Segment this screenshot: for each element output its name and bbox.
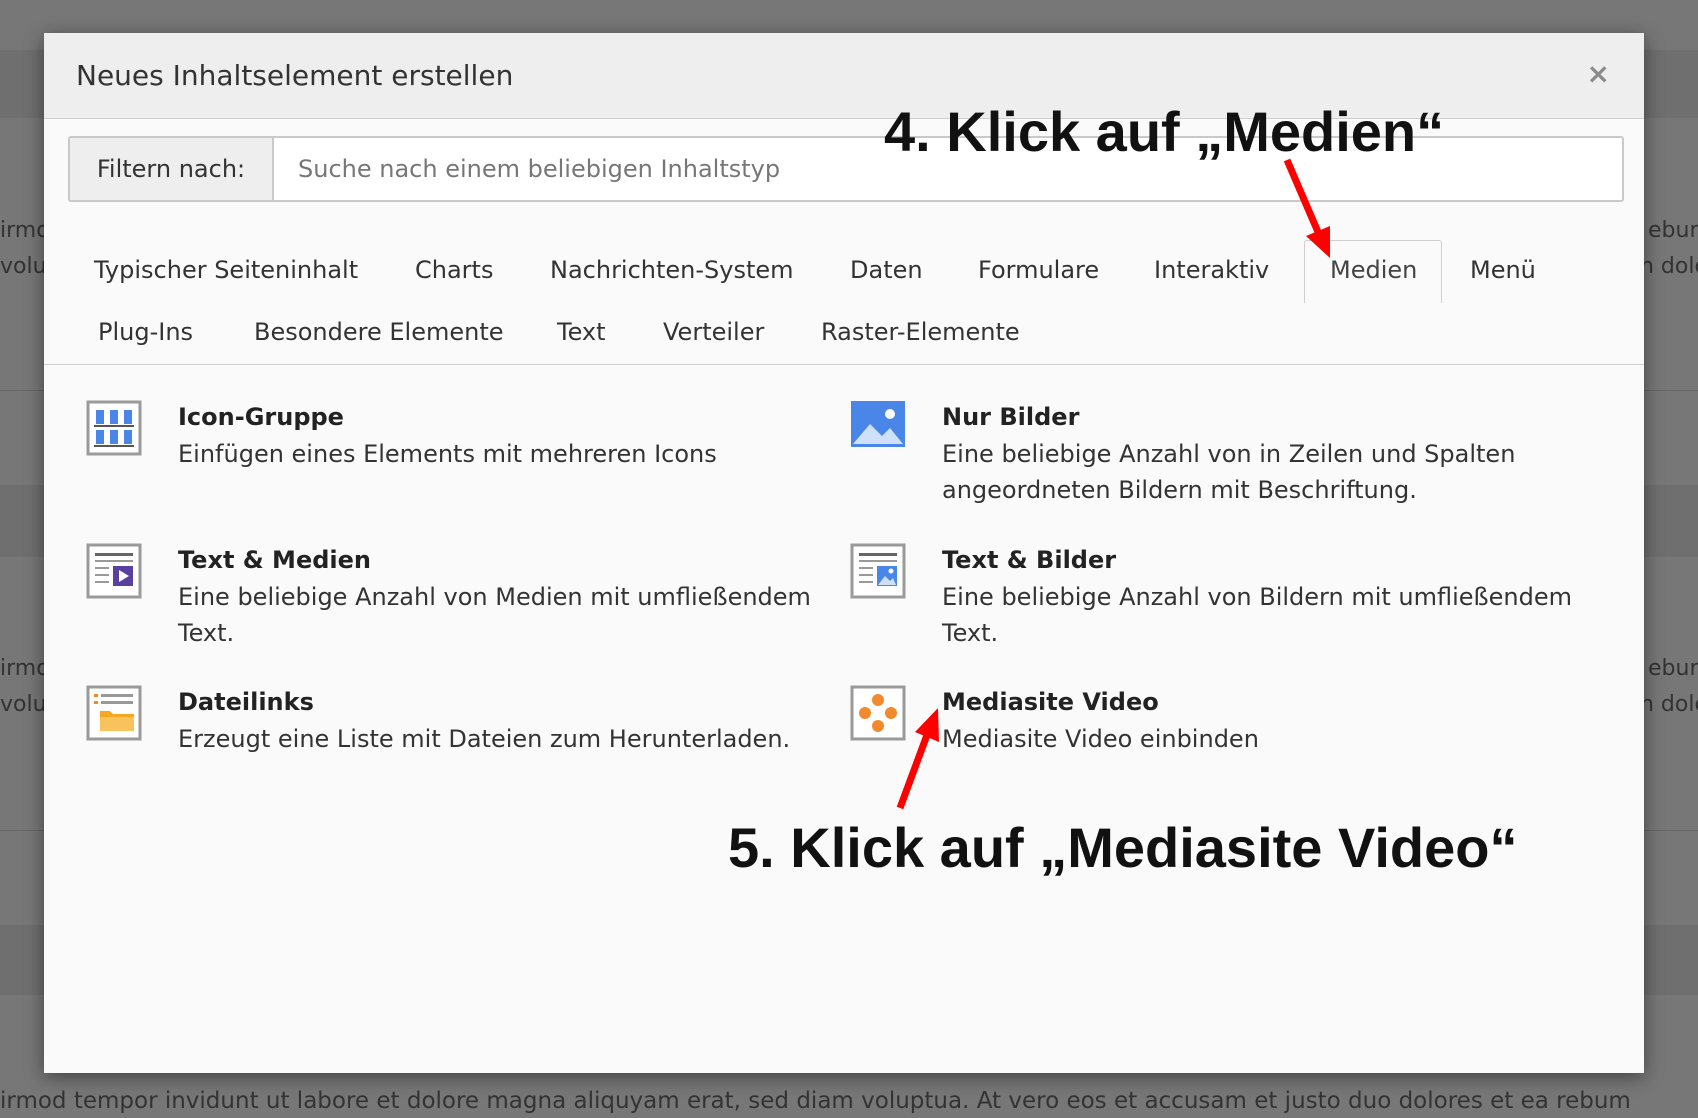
tab-plug-ins[interactable]: Plug-Ins xyxy=(98,317,193,347)
background-text: ebur xyxy=(1648,218,1698,243)
icon-group-icon xyxy=(86,400,142,456)
background-text: volu xyxy=(0,254,47,279)
item-title: Text & Bilder xyxy=(942,546,1117,574)
item-description: Einfügen eines Elements mit mehreren Ico… xyxy=(178,440,717,468)
background-text: n dolo xyxy=(1640,692,1698,717)
tab-charts[interactable]: Charts xyxy=(415,255,493,285)
background-text: volu xyxy=(0,692,47,717)
background-bottom-text: irmod tempor invidunt ut labore et dolor… xyxy=(0,1088,1631,1114)
file-links-icon xyxy=(86,685,142,741)
item-description: Mediasite Video einbinden xyxy=(942,725,1259,753)
background-text: ebur xyxy=(1648,656,1698,681)
background-text: irmo xyxy=(0,656,50,681)
new-content-element-dialog: Neues Inhaltselement erstellen × Filtern… xyxy=(44,33,1644,1073)
close-button[interactable]: × xyxy=(1587,57,1610,90)
tab-nachrichten-system[interactable]: Nachrichten-System xyxy=(550,255,794,285)
tabs-divider xyxy=(44,364,1644,365)
item-title: Mediasite Video xyxy=(942,688,1159,716)
tab-besondere-elemente[interactable]: Besondere Elemente xyxy=(254,317,504,347)
tab-raster-elemente[interactable]: Raster-Elemente xyxy=(821,317,1020,347)
item-title: Nur Bilder xyxy=(942,403,1080,431)
tab-daten[interactable]: Daten xyxy=(850,255,923,285)
item-description: Eine beliebige Anzahl von in Zeilen und … xyxy=(942,440,1516,504)
tab-menu[interactable]: Menü xyxy=(1470,255,1536,285)
text-media-icon xyxy=(86,543,142,599)
item-description: Eine beliebige Anzahl von Medien mit umf… xyxy=(178,583,811,647)
background-text: n dolo xyxy=(1640,254,1698,279)
annotation-step-5: 5. Klick auf „Mediasite Video“ xyxy=(728,816,1518,879)
tab-formulare[interactable]: Formulare xyxy=(978,255,1099,285)
images-icon xyxy=(851,401,905,447)
item-title: Icon-Gruppe xyxy=(178,403,344,431)
tab-medien[interactable]: Medien xyxy=(1330,255,1417,285)
background-text: irmo xyxy=(0,218,50,243)
tab-typischer-seiteninhalt[interactable]: Typischer Seiteninhalt xyxy=(94,255,358,285)
item-description: Erzeugt eine Liste mit Dateien zum Herun… xyxy=(178,725,791,753)
filter-label: Filtern nach: xyxy=(70,138,274,200)
tab-verteiler[interactable]: Verteiler xyxy=(663,317,764,347)
tab-text[interactable]: Text xyxy=(557,317,606,347)
tab-interaktiv[interactable]: Interaktiv xyxy=(1154,255,1269,285)
dialog-title: Neues Inhaltselement erstellen xyxy=(76,59,514,92)
mediasite-icon xyxy=(850,685,906,741)
item-description: Eine beliebige Anzahl von Bildern mit um… xyxy=(942,583,1573,647)
item-title: Dateilinks xyxy=(178,688,314,716)
annotation-step-4: 4. Klick auf „Medien“ xyxy=(884,100,1445,163)
item-title: Text & Medien xyxy=(178,546,371,574)
text-images-icon xyxy=(850,543,906,599)
